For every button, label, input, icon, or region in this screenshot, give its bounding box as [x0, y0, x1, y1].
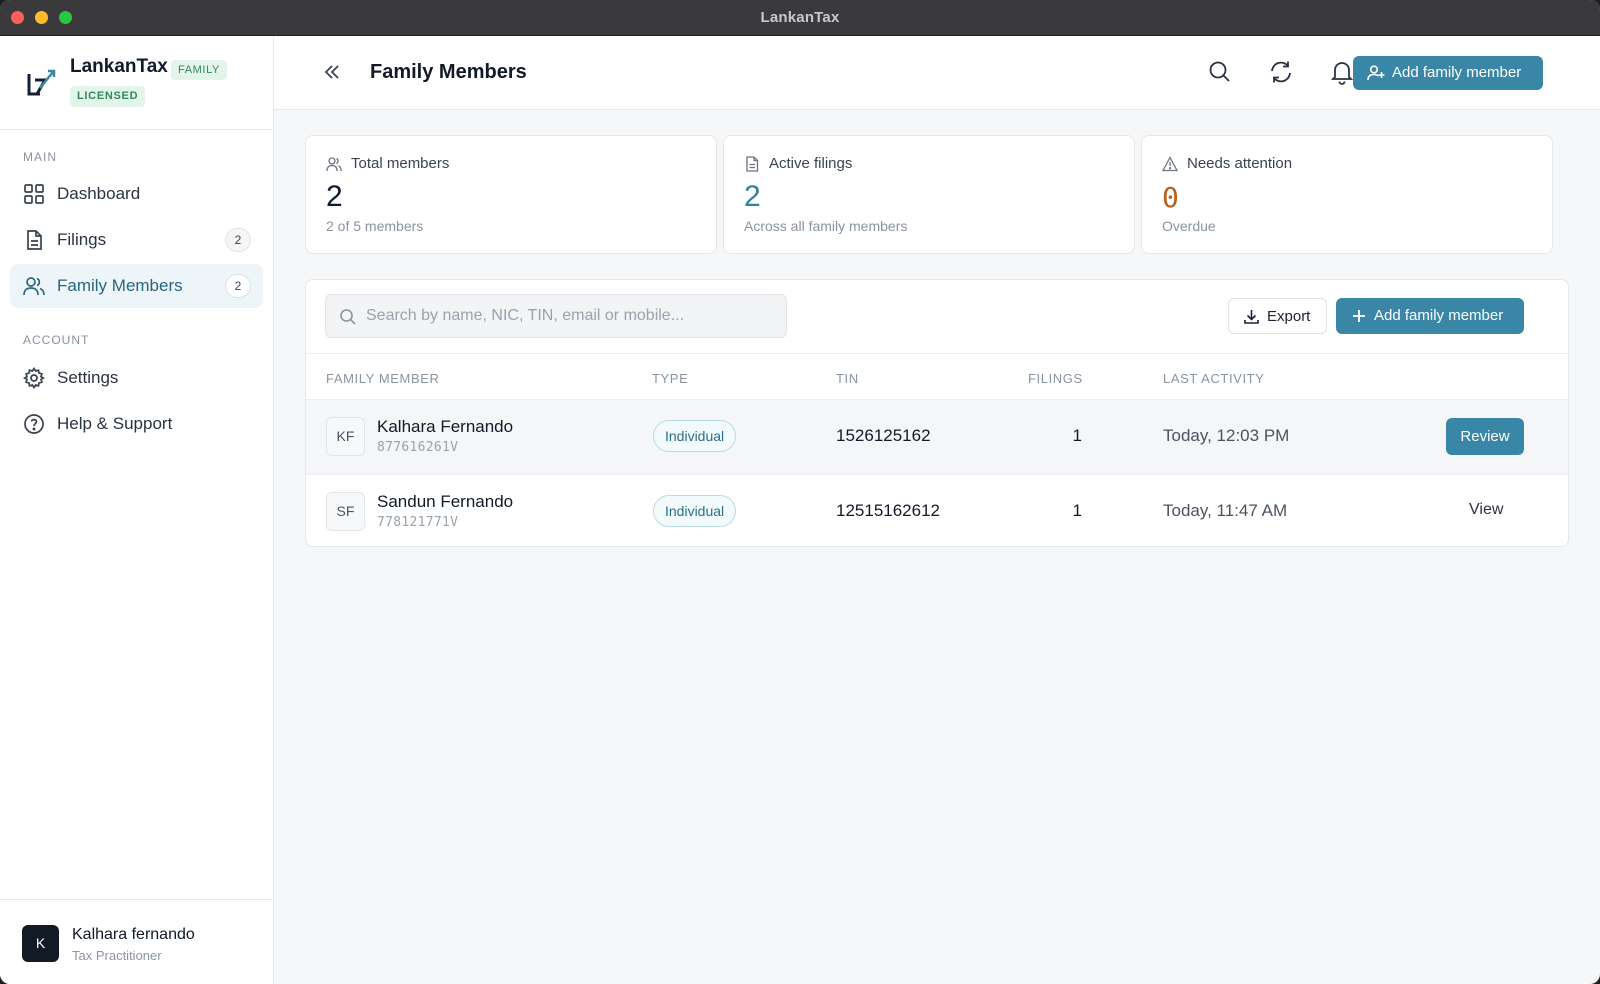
help-circle-icon: [24, 414, 44, 434]
view-button[interactable]: View: [1469, 501, 1503, 519]
stat-value: 2: [744, 180, 761, 213]
type-badge: Individual: [653, 495, 737, 527]
document-icon: [746, 156, 759, 172]
tier-badge: FAMILY: [171, 60, 227, 80]
sidebar: LankanTax FAMILY LICENSED MAIN Dashboard…: [0, 36, 274, 984]
member-filings-count: 1: [1072, 426, 1082, 445]
window-title: LankanTax: [760, 9, 840, 26]
stat-subtext: Overdue: [1162, 218, 1216, 234]
stat-label: Active filings: [769, 155, 853, 172]
sidebar-item-label: Family Members: [57, 276, 183, 295]
sidebar-item-filings[interactable]: Filings 2: [10, 218, 263, 262]
column-header-last-activity[interactable]: LAST ACTIVITY: [1163, 371, 1264, 386]
member-avatar: KF: [326, 417, 365, 456]
search-input[interactable]: [366, 295, 776, 337]
column-header-filings[interactable]: FILINGS: [1028, 371, 1083, 386]
sidebar-item-dashboard[interactable]: Dashboard: [10, 172, 263, 216]
member-filings-count: 1: [1072, 501, 1082, 520]
top-bar: Family Members Add family member: [274, 36, 1600, 110]
plus-icon: [1353, 310, 1365, 322]
member-tin: 1526125162: [836, 426, 931, 445]
user-role: Tax Practitioner: [72, 948, 162, 963]
users-icon: [23, 277, 45, 296]
lankantax-logo-icon: [27, 69, 56, 96]
gear-icon: [23, 367, 45, 389]
export-button[interactable]: Export: [1228, 298, 1327, 334]
member-name: Sandun Fernando: [377, 492, 514, 511]
brand-header: LankanTax FAMILY LICENSED: [0, 36, 273, 130]
filings-count-badge: 2: [225, 228, 251, 252]
add-family-member-label: Add family member: [1374, 307, 1504, 324]
title-bar: LankanTax: [0, 0, 1600, 36]
sidebar-item-settings[interactable]: Settings: [10, 356, 263, 400]
warning-icon: [1162, 156, 1178, 172]
add-family-member-button-secondary[interactable]: Add family member: [1336, 298, 1524, 334]
family-members-count-badge: 2: [225, 274, 251, 298]
stat-card-needs-attention: Needs attention 0 Overdue: [1141, 135, 1553, 254]
search-field[interactable]: [325, 294, 787, 338]
sidebar-item-family-members[interactable]: Family Members 2: [10, 264, 263, 308]
main-content: Family Members Add family member Total m…: [274, 36, 1600, 984]
column-header-member[interactable]: FAMILY MEMBER: [326, 371, 440, 386]
section-label-account: ACCOUNT: [23, 333, 90, 347]
grid-icon: [24, 184, 44, 204]
refresh-icon[interactable]: [1268, 59, 1294, 85]
stat-subtext: Across all family members: [744, 218, 908, 234]
member-nic: 877616261V: [377, 440, 459, 455]
family-members-table-card: Export Add family member FAMILY MEMBER T…: [305, 279, 1569, 547]
stat-label: Total members: [351, 155, 450, 172]
collapse-sidebar-icon[interactable]: [320, 60, 344, 84]
app-window: LankanTax LankanTax FAMILY LICENSED MAIN…: [0, 0, 1600, 984]
type-badge: Individual: [653, 420, 737, 452]
stat-value: 0: [1162, 181, 1179, 214]
bell-icon[interactable]: [1329, 59, 1355, 85]
review-button[interactable]: Review: [1446, 418, 1524, 455]
page-title: Family Members: [370, 61, 527, 83]
download-icon: [1244, 310, 1259, 324]
column-header-tin[interactable]: TIN: [836, 371, 859, 386]
brand-name: LankanTax: [70, 56, 168, 77]
search-icon[interactable]: [1207, 59, 1233, 85]
add-family-member-button[interactable]: Add family member: [1353, 56, 1543, 90]
sidebar-item-label: Help & Support: [57, 414, 173, 433]
sidebar-item-label: Filings: [57, 230, 107, 249]
member-avatar: SF: [326, 492, 365, 531]
table-header: FAMILY MEMBER TYPE TIN FILINGS LAST ACTI…: [306, 353, 1568, 400]
table-row[interactable]: KF Kalhara Fernando 877616261V Individua…: [306, 400, 1568, 475]
member-tin: 12515162612: [836, 501, 941, 520]
member-nic: 778121771V: [377, 515, 459, 530]
stat-label: Needs attention: [1187, 155, 1293, 172]
user-profile[interactable]: K Kalhara fernando Tax Practitioner: [0, 899, 273, 984]
sidebar-item-label: Settings: [57, 368, 119, 387]
column-header-type[interactable]: TYPE: [652, 371, 688, 386]
table-row[interactable]: SF Sandun Fernando 778121771V Individual…: [306, 475, 1568, 546]
stat-value: 2: [326, 180, 343, 213]
avatar: K: [22, 925, 59, 962]
license-badge: LICENSED: [70, 86, 146, 107]
add-family-member-label: Add family member: [1392, 64, 1522, 81]
member-name: Kalhara Fernando: [377, 417, 514, 436]
user-name: Kalhara fernando: [72, 926, 195, 943]
document-icon: [27, 230, 42, 250]
sidebar-item-label: Dashboard: [57, 184, 141, 203]
stat-card-total-members: Total members 2 2 of 5 members: [305, 135, 717, 254]
export-label: Export: [1267, 308, 1311, 325]
stat-subtext: 2 of 5 members: [326, 218, 424, 234]
stat-card-active-filings: Active filings 2 Across all family membe…: [723, 135, 1135, 254]
users-icon: [326, 157, 342, 172]
member-last-activity: Today, 11:47 AM: [1163, 501, 1288, 520]
member-last-activity: Today, 12:03 PM: [1163, 426, 1290, 445]
sidebar-item-help-support[interactable]: Help & Support: [10, 402, 263, 446]
user-plus-icon: [1367, 65, 1385, 81]
section-label-main: MAIN: [23, 150, 57, 164]
search-icon: [340, 309, 356, 325]
